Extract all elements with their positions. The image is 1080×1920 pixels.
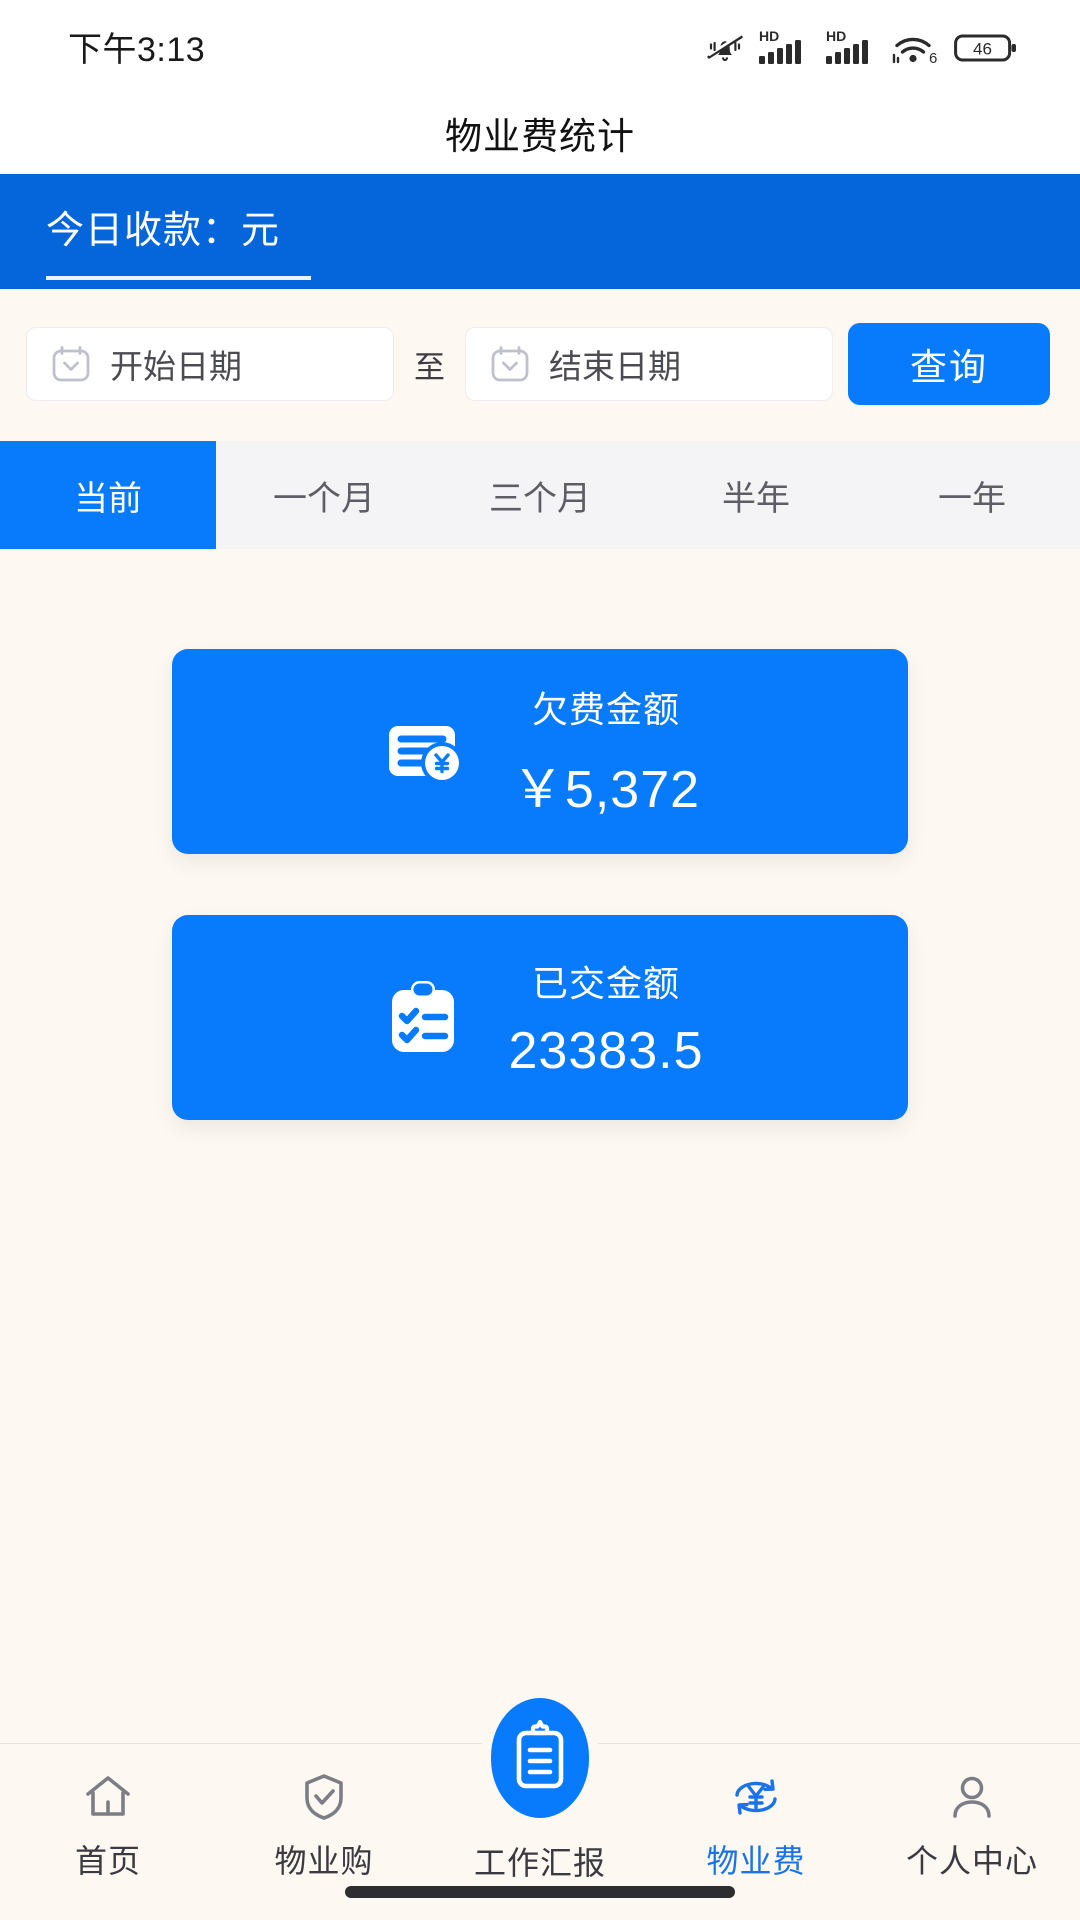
period-tabs: 当前 一个月 三个月 半年 一年 (0, 441, 1080, 549)
tab-label: 一年 (938, 479, 1006, 518)
nav-label: 个人中心 (905, 1843, 1038, 1879)
svg-text:6: 6 (929, 50, 937, 65)
work-report-fab[interactable] (481, 1688, 599, 1828)
battery-level: 46 (973, 40, 992, 59)
clipboard-icon (516, 1719, 564, 1789)
calendar-icon (491, 346, 529, 382)
tab-one-month[interactable]: 一个月 (216, 441, 432, 549)
tab-three-months[interactable]: 三个月 (432, 441, 648, 549)
battery-icon: 46 (954, 34, 1016, 62)
yen-refresh-icon (727, 1766, 785, 1828)
nav-label: 物业费 (706, 1843, 806, 1879)
nav-label: 首页 (74, 1843, 141, 1879)
nav-item-home[interactable]: 首页 (0, 1744, 216, 1882)
paid-amount-card[interactable]: 已交金额 23383.5 (172, 915, 908, 1120)
tab-label: 当前 (74, 479, 142, 518)
unpaid-amount-card[interactable]: 欠费金额 ￥5,372 (172, 649, 908, 854)
app-screen: 下午3:13 HD HD 6 46 物业费统计 今日收款：元 开始日期 至 结束… (0, 0, 1080, 1920)
svg-text:HD: HD (826, 28, 846, 44)
today-income-label: 今日收款：元 (46, 210, 281, 252)
tab-label: 半年 (722, 479, 790, 518)
svg-text:HD: HD (759, 28, 779, 44)
nav-label: 工作汇报 (473, 1845, 606, 1881)
status-time: 下午3:13 (68, 30, 206, 69)
hd-signal-icon: HD (826, 28, 868, 64)
nav-label: 物业购 (274, 1843, 374, 1879)
clipboard-check-icon (377, 972, 469, 1064)
unpaid-amount-label: 欠费金额 (531, 689, 680, 730)
paid-card-body: 已交金额 23383.5 (509, 955, 704, 1081)
tab-current[interactable]: 当前 (0, 441, 216, 549)
title-bar: 物业费统计 (0, 92, 1080, 174)
today-income-banner: 今日收款：元 (0, 174, 1080, 289)
start-date-input[interactable]: 开始日期 (26, 327, 394, 401)
tab-half-year[interactable]: 半年 (648, 441, 864, 549)
query-button-label: 查询 (910, 347, 988, 388)
paid-amount-label: 已交金额 (531, 962, 680, 1004)
hd-signal-icon: HD (759, 28, 801, 64)
end-date-placeholder: 结束日期 (549, 348, 681, 385)
start-date-placeholder: 开始日期 (110, 348, 242, 385)
nav-item-property-fee[interactable]: 物业费 (648, 1744, 864, 1882)
status-icons: HD HD 6 46 (706, 27, 1018, 65)
today-income-wrap: 今日收款：元 (46, 199, 311, 280)
shield-check-icon (295, 1766, 353, 1828)
query-button[interactable]: 查询 (848, 323, 1050, 405)
unpaid-amount-value: ￥5,372 (511, 761, 701, 819)
home-indicator (345, 1886, 735, 1898)
tab-label: 三个月 (489, 479, 591, 518)
nav-item-profile[interactable]: 个人中心 (864, 1744, 1080, 1882)
mute-bell-icon (707, 33, 743, 62)
home-icon (79, 1766, 137, 1828)
date-range-separator: 至 (414, 349, 445, 385)
calendar-icon (52, 346, 90, 382)
status-bar: 下午3:13 HD HD 6 46 (0, 0, 1080, 92)
tab-one-year[interactable]: 一年 (864, 441, 1080, 549)
tab-label: 一个月 (273, 479, 375, 518)
end-date-input[interactable]: 结束日期 (465, 327, 833, 401)
bill-yen-icon (380, 706, 472, 798)
paid-amount-value: 23383.5 (508, 1021, 704, 1080)
page-title: 物业费统计 (445, 116, 635, 157)
stat-cards: 欠费金额 ￥5,372 已交金额 23383.5 (0, 549, 1080, 1120)
date-filter-bar: 开始日期 至 结束日期 查询 (0, 289, 1080, 441)
wifi6-icon: 6 (892, 37, 937, 65)
today-income-underline (46, 276, 311, 280)
person-icon (943, 1766, 1001, 1828)
unpaid-card-body: 欠费金额 ￥5,372 (512, 681, 700, 822)
nav-item-property-shop[interactable]: 物业购 (216, 1744, 432, 1882)
